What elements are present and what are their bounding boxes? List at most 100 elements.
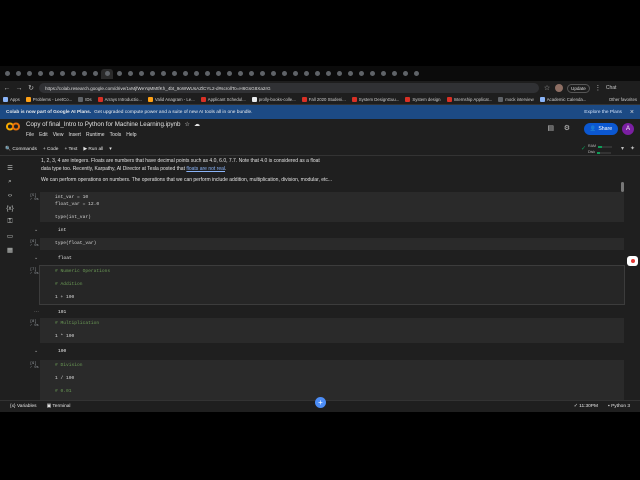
add-cell-button[interactable]: + (315, 397, 326, 408)
bookmark-item[interactable]: Academic Calenda... (539, 97, 586, 102)
browser-tab[interactable] (125, 69, 135, 79)
code-editor[interactable]: # Numeric Operations # Addition 1 + 100 (39, 265, 625, 305)
gear-icon[interactable]: ⚙ (564, 124, 570, 132)
bookmark-item[interactable]: Valid Anagram - Le... (147, 97, 195, 102)
gemini-icon[interactable]: ✦ (630, 145, 635, 152)
variables-icon[interactable]: {x} (5, 205, 15, 212)
bookmark-item[interactable]: Problems - LeetCo... (25, 97, 72, 102)
browser-tab[interactable] (268, 69, 278, 79)
browser-tab[interactable] (101, 68, 113, 79)
menu-item-tools[interactable]: Tools (110, 132, 122, 138)
code-editor[interactable]: int_var = 10 float_var = 12.0 type(int_va… (40, 192, 624, 222)
menu-item-edit[interactable]: Edit (39, 132, 48, 138)
terminal-icon[interactable]: ▦ (5, 246, 15, 254)
browser-tab[interactable] (367, 69, 377, 79)
star-icon[interactable]: ☆ (543, 84, 551, 92)
bookmark-item[interactable]: Arrays Introductio... (97, 97, 142, 102)
browser-tab[interactable] (158, 69, 168, 79)
browser-tab[interactable] (378, 69, 388, 79)
browser-tab[interactable] (290, 69, 300, 79)
browser-tab[interactable] (191, 69, 201, 79)
menu-icon[interactable]: ⋮ (594, 84, 602, 92)
browser-tab[interactable] (334, 69, 344, 79)
close-icon[interactable]: × (630, 109, 634, 116)
runtime-dropdown-icon[interactable]: ▾ (621, 145, 624, 152)
code-editor[interactable]: type(float_var) (40, 238, 624, 250)
star-icon[interactable]: ☆ (184, 121, 190, 128)
user-avatar[interactable]: A (622, 123, 634, 135)
share-button[interactable]: 👤 Share (584, 123, 618, 135)
code-editor[interactable]: # Division 1 / 100 # 0.01 (40, 360, 624, 400)
browser-tab[interactable] (90, 69, 100, 79)
code-cell[interactable]: [7] ✓ 0s # Numeric Operations # Addition 1… (26, 265, 628, 318)
code-cell[interactable]: [6] ✓ 0s type(float_var) ⌄ float (26, 238, 628, 264)
bookmark-item[interactable]: IDs (78, 97, 92, 102)
menu-item-runtime[interactable]: Runtime (86, 132, 105, 138)
run-all-dropdown-icon[interactable]: ▾ (109, 147, 111, 152)
browser-tab[interactable] (345, 69, 355, 79)
explore-plans-button[interactable]: Explore the Plans (584, 110, 622, 115)
browser-tab[interactable] (68, 69, 78, 79)
terminal-button[interactable]: ▣ Terminal (47, 404, 71, 409)
notification-badge[interactable] (627, 256, 638, 266)
browser-tab[interactable] (235, 69, 245, 79)
browser-tab[interactable] (389, 69, 399, 79)
scrollbar[interactable] (621, 182, 624, 192)
browser-tab[interactable] (312, 69, 322, 79)
browser-tab[interactable] (169, 69, 179, 79)
browser-tab[interactable] (13, 69, 23, 79)
browser-tab[interactable] (35, 69, 45, 79)
add-code-button[interactable]: + Code (43, 147, 59, 152)
browser-tab[interactable] (46, 69, 56, 79)
browser-tab[interactable] (180, 69, 190, 79)
browser-tab[interactable] (257, 69, 267, 79)
menu-item-help[interactable]: Help (126, 132, 136, 138)
reload-icon[interactable]: ↻ (27, 84, 35, 92)
chat-button[interactable]: Chat (606, 85, 617, 91)
browser-tab[interactable] (136, 69, 146, 79)
browser-tab[interactable] (213, 69, 223, 79)
notebook-title[interactable]: Copy of final_Intro to Python for Machin… (26, 121, 180, 128)
browser-tab[interactable] (24, 69, 34, 79)
run-all-button[interactable]: ▶ Run all (83, 147, 103, 152)
browser-tab[interactable] (323, 69, 333, 79)
menu-item-insert[interactable]: Insert (68, 132, 81, 138)
code-cell[interactable]: [9] ✓ 0s # Division 1 / 100 # 0.01 (26, 360, 628, 400)
code-editor[interactable]: # Multiplication 1 * 100 (40, 318, 624, 343)
commands-button[interactable]: 🔍 Commands (5, 147, 37, 152)
variables-button[interactable]: {x} Variables (10, 404, 37, 409)
browser-tab[interactable] (114, 69, 124, 79)
update-button[interactable]: Update (567, 83, 590, 93)
resource-indicator[interactable]: ✓ RAM Disk (581, 144, 612, 155)
bookmark-item[interactable]: prolly-books-colle... (251, 97, 296, 102)
collapse-output-icon[interactable]: ⌄ (34, 255, 38, 261)
bookmark-item[interactable]: Fall 2020 Studeni... (301, 97, 346, 102)
profile-avatar[interactable] (555, 84, 563, 92)
browser-tab[interactable] (301, 69, 311, 79)
menu-item-view[interactable]: View (53, 132, 64, 138)
url-field[interactable]: https://colab.research.google.com/drive/… (39, 83, 539, 93)
code-snippets-icon[interactable]: ‹› (5, 192, 15, 199)
browser-tab[interactable] (79, 69, 89, 79)
code-cell[interactable]: [5] ✓ 0s int_var = 10 float_var = 12.0 type… (26, 192, 628, 236)
browser-tab[interactable] (411, 69, 421, 79)
code-cell[interactable]: [8] ✓ 0s # Multiplication 1 * 100 ⌄ 100 (26, 318, 628, 357)
add-text-button[interactable]: + Text (64, 147, 77, 152)
comment-icon[interactable]: ▤ (547, 124, 554, 132)
bookmark-item[interactable]: Internship Applicat... (446, 97, 492, 102)
forward-icon[interactable]: → (15, 85, 23, 92)
other-favorites[interactable]: Other favorites (609, 97, 637, 102)
table-of-contents-icon[interactable]: ☰ (5, 164, 15, 172)
colab-logo[interactable] (6, 122, 20, 131)
bookmark-item[interactable]: System design (405, 97, 441, 102)
collapse-output-icon[interactable]: ⌄ (34, 227, 38, 233)
browser-tab[interactable] (57, 69, 67, 79)
floats-link[interactable]: floats are not real (186, 166, 225, 172)
bookmark-item[interactable]: System DesignGuu... (351, 97, 399, 102)
collapse-output-icon[interactable]: ⌄ (34, 348, 38, 354)
menu-item-file[interactable]: File (26, 132, 34, 138)
browser-tab[interactable] (147, 69, 157, 79)
browser-tab[interactable] (224, 69, 234, 79)
back-icon[interactable]: ← (3, 85, 11, 92)
browser-tab[interactable] (356, 69, 366, 79)
